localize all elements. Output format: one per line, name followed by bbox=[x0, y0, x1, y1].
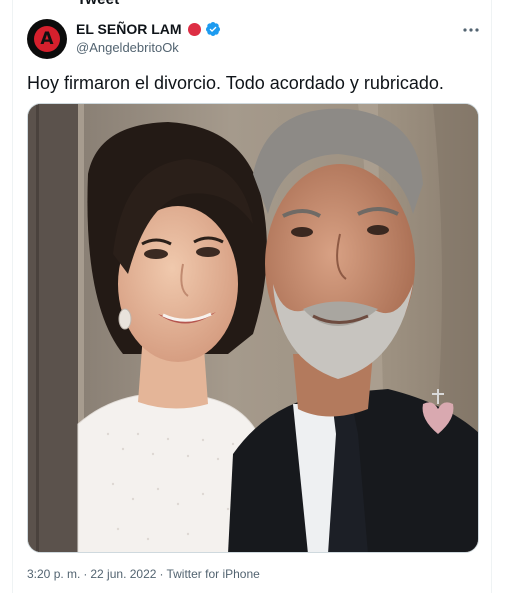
verified-badge-icon bbox=[205, 22, 220, 36]
meta-separator: · bbox=[83, 567, 88, 581]
author-display-name[interactable]: EL SEÑOR LAM bbox=[76, 21, 182, 37]
more-options-ellipsis-icon[interactable] bbox=[461, 22, 481, 38]
photo-couple-illustration bbox=[28, 104, 478, 552]
meta-separator: · bbox=[159, 567, 164, 581]
tweet-source: Twitter for iPhone bbox=[166, 567, 260, 581]
tweet-time[interactable]: 3:20 p. m. bbox=[27, 567, 80, 581]
header-title-cut: Tweet bbox=[77, 0, 119, 8]
red-circle-emoji-icon bbox=[187, 22, 201, 36]
tweet-photo[interactable] bbox=[27, 103, 479, 553]
tweet-meta: 3:20 p. m. · 22 jun. 2022 · Twitter for iPho… bbox=[27, 567, 260, 581]
tweet-date[interactable]: 22 jun. 2022 bbox=[90, 567, 156, 581]
author-name-row: EL SEÑOR LAM bbox=[76, 20, 221, 38]
avatar-logo-icon: A bbox=[34, 26, 60, 52]
author-handle[interactable]: @AngeldebritoOk bbox=[76, 40, 179, 55]
tweet-text: Hoy firmaron el divorcio. Todo acordado … bbox=[27, 73, 444, 93]
avatar[interactable]: A bbox=[27, 19, 67, 59]
